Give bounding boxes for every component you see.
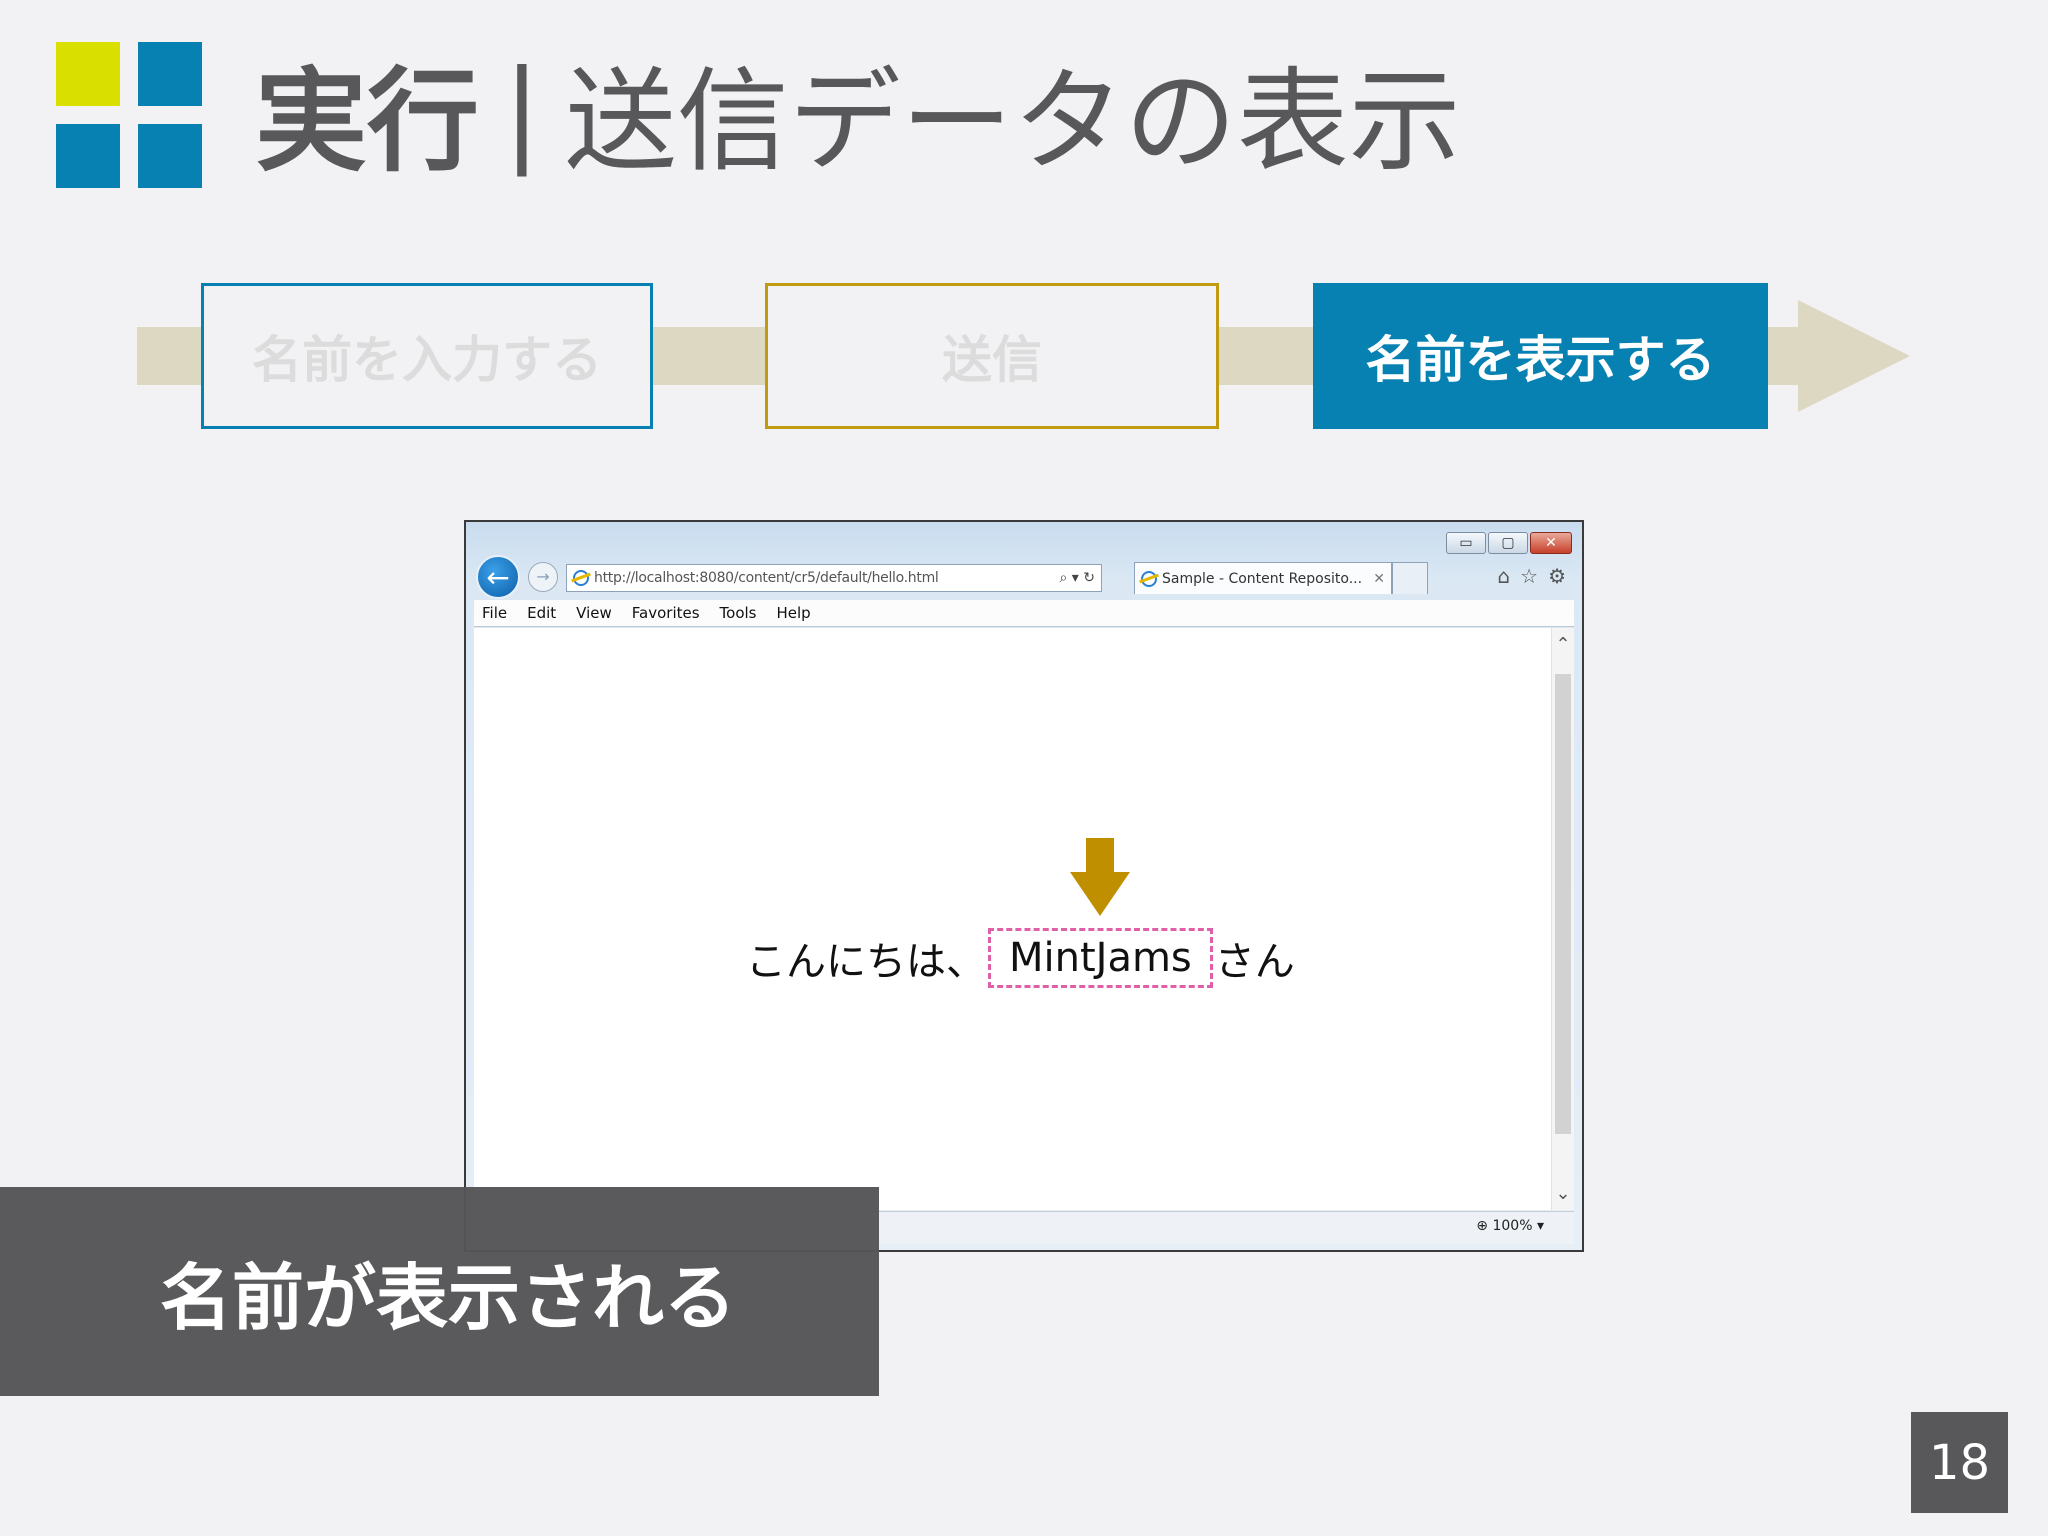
slide-title: 実行 | 送信データの表示 xyxy=(255,42,1461,187)
greeting-suffix: さん xyxy=(1214,939,1295,985)
menu-file[interactable]: File xyxy=(482,604,507,622)
greeting-prefix: こんにちは、 xyxy=(746,939,986,985)
menu-view[interactable]: View xyxy=(576,604,612,622)
search-refresh-icons[interactable]: ⌕ ▾ ↻ xyxy=(1060,570,1096,586)
submitted-name: MintJams xyxy=(988,928,1213,988)
title-rest: 送信データの表示 xyxy=(564,57,1461,187)
minimize-button[interactable]: ▭ xyxy=(1446,532,1486,554)
greeting-text: こんにちは、 MintJams さん xyxy=(746,928,1295,988)
logo-square-blue xyxy=(56,124,120,188)
vertical-scrollbar[interactable]: ⌃ ⌄ xyxy=(1551,628,1574,1210)
ie-page-icon xyxy=(573,570,589,586)
title-strong: 実行 xyxy=(255,57,479,187)
maximize-button[interactable]: ▢ xyxy=(1488,532,1528,554)
tab-close-icon[interactable]: ✕ xyxy=(1373,571,1385,587)
gear-icon[interactable]: ⚙ xyxy=(1548,564,1566,588)
step-show-name: 名前を表示する xyxy=(1313,283,1768,429)
address-bar[interactable]: http://localhost:8080/content/cr5/defaul… xyxy=(566,564,1102,592)
scroll-thumb[interactable] xyxy=(1555,674,1571,1134)
menu-bar: File Edit View Favorites Tools Help xyxy=(474,600,1574,627)
step-send: 送信 xyxy=(765,283,1219,429)
page-number: 18 xyxy=(1911,1412,2008,1513)
close-button[interactable]: ✕ xyxy=(1530,532,1572,554)
scroll-down-icon[interactable]: ⌄ xyxy=(1552,1183,1574,1204)
scroll-up-icon[interactable]: ⌃ xyxy=(1552,634,1574,655)
forward-button[interactable]: → xyxy=(528,562,558,592)
browser-toolbar-icons: ⌂ ☆ ⚙ xyxy=(1497,564,1566,588)
step-enter-name: 名前を入力する xyxy=(201,283,653,429)
title-separator: | xyxy=(503,47,541,177)
logo-square-yellow xyxy=(56,42,120,106)
browser-tab[interactable]: Sample - Content Reposito... ✕ xyxy=(1134,562,1392,594)
menu-help[interactable]: Help xyxy=(777,604,811,622)
zoom-value: 100% xyxy=(1492,1218,1533,1234)
logo-square-blue xyxy=(138,42,202,106)
url-text[interactable]: http://localhost:8080/content/cr5/defaul… xyxy=(594,570,1056,586)
menu-edit[interactable]: Edit xyxy=(527,604,556,622)
favorites-star-icon[interactable]: ☆ xyxy=(1520,564,1538,588)
logo-squares xyxy=(56,42,202,188)
page-viewport: こんにちは、 MintJams さん ⌃ ⌄ xyxy=(474,628,1574,1210)
down-arrow-icon xyxy=(1070,838,1130,918)
menu-tools[interactable]: Tools xyxy=(720,604,757,622)
menu-favorites[interactable]: Favorites xyxy=(632,604,700,622)
logo-square-blue xyxy=(138,124,202,188)
home-icon[interactable]: ⌂ xyxy=(1497,564,1510,588)
browser-window: ▭ ▢ ✕ ← → http://localhost:8080/content/… xyxy=(464,520,1584,1252)
ie-tab-icon xyxy=(1141,570,1157,587)
zoom-level[interactable]: ⊕ 100% ▾ xyxy=(1476,1218,1544,1234)
tab-title: Sample - Content Reposito... xyxy=(1162,570,1363,587)
window-controls: ▭ ▢ ✕ xyxy=(1446,532,1572,554)
new-tab-button[interactable] xyxy=(1392,562,1428,594)
caption-banner: 名前が表示される xyxy=(0,1187,879,1396)
back-button[interactable]: ← xyxy=(476,555,520,599)
flow-arrow-head xyxy=(1798,300,1910,412)
